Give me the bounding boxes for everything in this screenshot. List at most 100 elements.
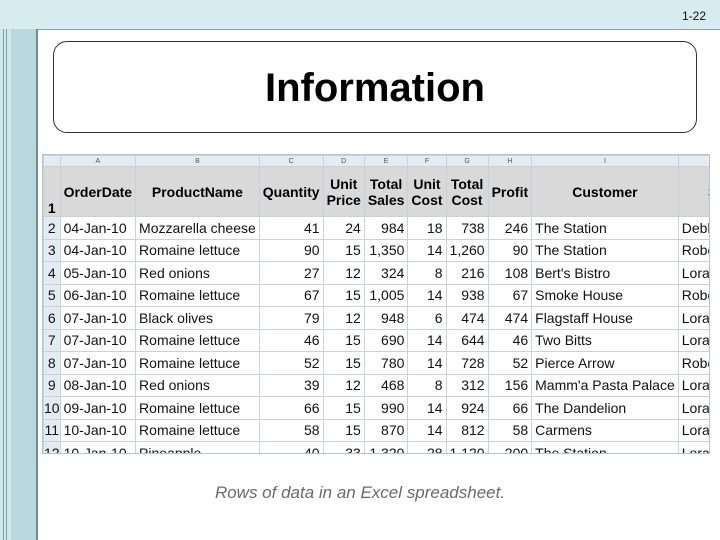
row-number: 1	[43, 166, 61, 217]
table-cell: 67	[487, 283, 533, 307]
table-cell: 200	[487, 441, 533, 453]
table-cell: 728	[445, 351, 489, 375]
table-cell: Roberta Cross	[677, 283, 709, 307]
table-cell: Two Bitts	[531, 328, 679, 352]
table-cell: Smoke House	[531, 283, 679, 307]
table-cell: 14	[407, 328, 447, 352]
table-cell: Mamm'a Pasta Palace	[531, 373, 679, 397]
table-cell: Romaine lettuce	[135, 328, 260, 352]
table-cell: 05-Jan-10	[59, 261, 137, 285]
table-cell: 14	[407, 238, 447, 262]
table-cell: 58	[487, 418, 533, 442]
table-cell: 15	[322, 328, 365, 352]
table-cell: Mozzarella cheese	[135, 216, 260, 240]
table-cell: Loraine Schultz	[677, 306, 709, 330]
table-cell: 15	[322, 238, 365, 262]
column-header: Total Sales	[363, 166, 409, 217]
table-cell: 6	[407, 306, 447, 330]
column-letter: E	[363, 155, 409, 167]
title-box: Information	[53, 41, 697, 133]
row-number: 11	[43, 418, 61, 442]
column-header-text: Customer	[572, 183, 638, 200]
table-cell: 12	[322, 261, 365, 285]
table-cell: 948	[363, 306, 409, 330]
table-cell: 18	[407, 216, 447, 240]
table-cell: The Station	[531, 238, 679, 262]
table-cell: Roberta Cross	[677, 238, 709, 262]
table-cell: Black olives	[135, 306, 260, 330]
left-decorative-bar	[0, 29, 38, 540]
left-stripe	[3, 29, 4, 540]
slide-number: 1-22	[681, 9, 706, 23]
table-cell: 812	[445, 418, 489, 442]
table-cell: 15	[322, 283, 365, 307]
table-row: 9 08-Jan-10 Red onions 39 12 468 8 312 156 Mamm'a…	[43, 373, 709, 397]
column-header-text: SalesRep	[708, 184, 709, 200]
column-letter: G	[445, 155, 489, 167]
table-cell: 1,120	[445, 441, 489, 453]
table-cell: 14	[407, 351, 447, 375]
column-header-text: Cost	[411, 191, 443, 208]
table-cell: 156	[487, 373, 533, 397]
column-letter: C	[258, 155, 324, 167]
caption: Rows of data in an Excel spreadsheet.	[214, 483, 506, 502]
table-cell: Loraine Schultz	[677, 261, 709, 285]
table-cell: Red onions	[135, 261, 260, 285]
row-number: 5	[43, 283, 61, 307]
table-cell: Loraine Schultz	[677, 328, 709, 352]
table-cell: 79	[258, 306, 324, 330]
slide-title: Information	[265, 66, 485, 110]
table-cell: 66	[258, 396, 324, 420]
table-row: 10 09-Jan-10 Romaine lettuce 66 15 990 14 924 66…	[43, 396, 709, 420]
column-header: Total Cost	[445, 166, 489, 217]
column-header: OrderDate	[59, 166, 137, 217]
table-cell: 1,320	[363, 441, 409, 453]
table-cell: 07-Jan-10	[59, 306, 137, 330]
table-cell: 1,350	[363, 238, 409, 262]
column-letter-row: ABCDEFGHIJ	[43, 155, 709, 167]
table-cell: 216	[445, 261, 489, 285]
table-cell: 15	[322, 418, 365, 442]
table-cell: 8	[407, 373, 447, 397]
table-cell: Flagstaff House	[531, 306, 679, 330]
table-cell: 33	[322, 441, 365, 453]
column-header-text: Unit	[413, 175, 441, 192]
table-cell: 870	[363, 418, 409, 442]
table-cell: 14	[407, 283, 447, 307]
row-number: 2	[43, 216, 61, 240]
table-row: 6 07-Jan-10 Black olives 79 12 948 6 474 474 Flag…	[43, 306, 709, 330]
table-cell: The Station	[531, 441, 679, 453]
table-cell: Red onions	[135, 373, 260, 397]
table-cell: 07-Jan-10	[59, 328, 137, 352]
table-cell: 24	[322, 216, 365, 240]
table-cell: 66	[487, 396, 533, 420]
table-row: 4 05-Jan-10 Red onions 27 12 324 8 216 108 Bert's…	[43, 261, 709, 285]
table-row: 11 10-Jan-10 Romaine lettuce 58 15 870 14 812 58…	[43, 418, 709, 442]
table-cell: 1,260	[445, 238, 489, 262]
table-row: 12 10-Jan-10 Pineapple 40 33 1,320 28 1,120 200 T…	[43, 441, 709, 453]
table-cell: 10-Jan-10	[59, 418, 137, 442]
table-cell: Romaine lettuce	[135, 238, 260, 262]
table-row: 3 04-Jan-10 Romaine lettuce 90 15 1,350 14 1,26…	[43, 238, 709, 262]
table-cell: 644	[445, 328, 489, 352]
table-cell: 90	[258, 238, 324, 262]
table-row: 5 06-Jan-10 Romaine lettuce 67 15 1,005 14 938 6…	[43, 283, 709, 307]
column-header: Customer	[531, 166, 679, 217]
row-number: 7	[43, 328, 61, 352]
table-cell: Pineapple	[135, 441, 260, 453]
table-cell: 41	[258, 216, 324, 240]
table-cell: Romaine lettuce	[135, 351, 260, 375]
table-cell: 738	[445, 216, 489, 240]
table-cell: 52	[487, 351, 533, 375]
table-cell: 28	[407, 441, 447, 453]
row-number: 3	[43, 238, 61, 262]
table-cell: 10-Jan-10	[59, 441, 137, 453]
table-cell: Romaine lettuce	[135, 418, 260, 442]
corner-cell	[43, 155, 61, 167]
row-number: 4	[43, 261, 61, 285]
column-letter: F	[407, 155, 447, 167]
table-cell: 58	[258, 418, 324, 442]
column-header: ProductName	[135, 166, 260, 217]
table-cell: 468	[363, 373, 409, 397]
column-header: Profit	[487, 166, 533, 217]
